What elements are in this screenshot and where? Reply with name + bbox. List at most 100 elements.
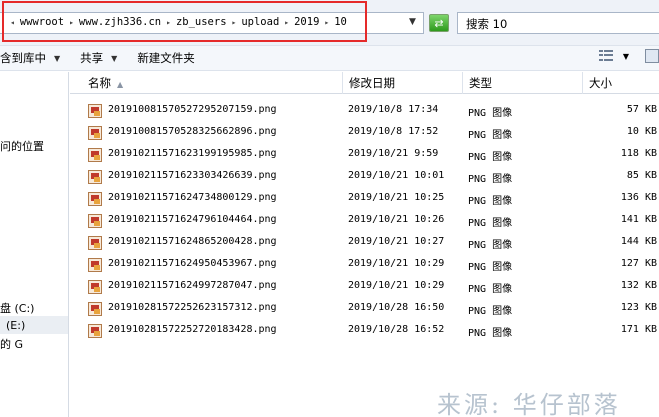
- new-folder-button[interactable]: 新建文件夹: [137, 50, 195, 66]
- file-date: 2019/10/21 10:29: [348, 258, 445, 269]
- file-name: 201910211571624997287047.png: [108, 280, 277, 291]
- preview-pane-button[interactable]: [645, 49, 659, 63]
- column-header-type-label: 类型: [469, 76, 492, 90]
- file-date: 2019/10/21 10:01: [348, 170, 445, 181]
- file-type: PNG 图像: [468, 152, 513, 163]
- png-file-icon: [88, 302, 102, 316]
- chevron-down-icon: ▼: [54, 53, 61, 63]
- file-date: 2019/10/21 9:59: [348, 148, 439, 159]
- file-date: 2019/10/21 10:27: [348, 236, 445, 247]
- file-type: PNG 图像: [468, 306, 513, 317]
- watermark-text: 来源: 华仔部落: [437, 391, 621, 417]
- column-header-size[interactable]: 大小: [583, 72, 659, 94]
- details-view-icon[interactable]: [598, 50, 613, 62]
- column-header-type[interactable]: 类型: [463, 72, 583, 94]
- png-file-icon: [88, 126, 102, 140]
- share-label: 共享: [80, 51, 104, 65]
- file-name: 201910211571623303426639.png: [108, 170, 277, 181]
- nav-item-drive-e[interactable]: (E:): [6, 319, 25, 332]
- file-size: 123 KB: [620, 302, 657, 313]
- file-row[interactable]: 201910211571624734800129.png 2019/10/21 1…: [84, 189, 659, 211]
- file-name: 201910211571624950453967.png: [108, 258, 277, 269]
- address-bar-row: ◂ wwwroot ▸ www.zjh336.cn ▸ zb_users ▸ u…: [0, 0, 659, 46]
- file-name: 201910211571623199195985.png: [108, 148, 277, 159]
- file-row[interactable]: 201910211571624796104464.png 2019/10/21 1…: [84, 211, 659, 233]
- file-type: PNG 图像: [468, 174, 513, 185]
- file-row[interactable]: 201910211571623303426639.png 2019/10/21 1…: [84, 167, 659, 189]
- file-name: 201910081570528325662896.png: [108, 126, 277, 137]
- file-size: 118 KB: [620, 148, 657, 159]
- refresh-button[interactable]: ⇄: [429, 14, 449, 32]
- file-type: PNG 图像: [468, 196, 513, 207]
- navigation-pane: 问的位置 盘 (C:) (E:) 的 G: [0, 72, 69, 417]
- nav-item-drive-c[interactable]: 盘 (C:): [0, 300, 34, 316]
- file-size: 141 KB: [620, 214, 657, 225]
- file-size: 132 KB: [620, 280, 657, 291]
- png-file-icon: [88, 104, 102, 118]
- file-size: 144 KB: [620, 236, 657, 247]
- file-row[interactable]: 201910081570527295207159.png 2019/10/8 17…: [84, 101, 659, 123]
- file-type: PNG 图像: [468, 328, 513, 339]
- include-in-library-button[interactable]: 含到库中 ▼: [0, 50, 60, 66]
- file-name: 201910211571624865200428.png: [108, 236, 277, 247]
- column-header-name[interactable]: 名称 ▲: [82, 72, 343, 94]
- file-name: 201910281572252623157312.png: [108, 302, 277, 313]
- file-row[interactable]: 201910211571623199195985.png 2019/10/21 9…: [84, 145, 659, 167]
- file-date: 2019/10/28 16:52: [348, 324, 445, 335]
- file-name: 201910211571624734800129.png: [108, 192, 277, 203]
- png-file-icon: [88, 236, 102, 250]
- column-header-size-label: 大小: [589, 76, 612, 90]
- nav-item-recent-places[interactable]: 问的位置: [0, 138, 44, 154]
- file-row[interactable]: 201910211571624950453967.png 2019/10/21 1…: [84, 255, 659, 277]
- sort-ascending-icon: ▲: [117, 80, 124, 89]
- file-type: PNG 图像: [468, 262, 513, 273]
- file-name: 201910081570527295207159.png: [108, 104, 277, 115]
- search-input[interactable]: 搜索 10: [457, 12, 659, 34]
- file-type: PNG 图像: [468, 130, 513, 141]
- nav-item-drive-g[interactable]: 的 G: [0, 336, 23, 352]
- share-button[interactable]: 共享 ▼: [80, 50, 117, 66]
- column-header-modified[interactable]: 修改日期: [343, 72, 463, 94]
- refresh-icon: ⇄: [434, 16, 444, 30]
- png-file-icon: [88, 170, 102, 184]
- highlight-box: [2, 1, 367, 42]
- png-file-icon: [88, 148, 102, 162]
- file-size: 136 KB: [620, 192, 657, 203]
- include-in-library-label: 含到库中: [0, 51, 46, 65]
- file-date: 2019/10/21 10:25: [348, 192, 445, 203]
- chevron-down-icon: ▼: [111, 53, 118, 63]
- png-file-icon: [88, 214, 102, 228]
- png-file-icon: [88, 192, 102, 206]
- file-type: PNG 图像: [468, 108, 513, 119]
- file-row[interactable]: 201910211571624865200428.png 2019/10/21 1…: [84, 233, 659, 255]
- new-folder-label: 新建文件夹: [137, 51, 195, 65]
- file-date: 2019/10/8 17:52: [348, 126, 439, 137]
- file-size: 57 KB: [626, 104, 657, 115]
- file-row[interactable]: 201910211571624997287047.png 2019/10/21 1…: [84, 277, 659, 299]
- file-type: PNG 图像: [468, 218, 513, 229]
- file-type: PNG 图像: [468, 284, 513, 295]
- file-type: PNG 图像: [468, 240, 513, 251]
- file-name: 201910281572252720183428.png: [108, 324, 277, 335]
- file-date: 2019/10/28 16:50: [348, 302, 445, 313]
- column-header-name-label: 名称: [88, 76, 111, 90]
- file-date: 2019/10/21 10:26: [348, 214, 445, 225]
- search-text: 搜索 10: [466, 17, 508, 31]
- file-size: 127 KB: [620, 258, 657, 269]
- file-row[interactable]: 201910281572252623157312.png 2019/10/28 1…: [84, 299, 659, 321]
- file-row[interactable]: 201910081570528325662896.png 2019/10/8 17…: [84, 123, 659, 145]
- address-dropdown-icon[interactable]: ▼: [409, 17, 416, 27]
- view-options-chevron-icon[interactable]: ▼: [623, 52, 629, 61]
- png-file-icon: [88, 280, 102, 294]
- png-file-icon: [88, 324, 102, 338]
- png-file-icon: [88, 258, 102, 272]
- file-date: 2019/10/21 10:29: [348, 280, 445, 291]
- file-row[interactable]: 201910281572252720183428.png 2019/10/28 1…: [84, 321, 659, 343]
- file-name: 201910211571624796104464.png: [108, 214, 277, 225]
- file-date: 2019/10/8 17:34: [348, 104, 439, 115]
- column-header-row: 名称 ▲ 修改日期 类型 大小: [70, 72, 659, 94]
- file-list: 201910081570527295207159.png 2019/10/8 17…: [84, 101, 659, 343]
- file-size: 85 KB: [626, 170, 657, 181]
- view-controls: ▼: [598, 49, 659, 63]
- file-size: 10 KB: [626, 126, 657, 137]
